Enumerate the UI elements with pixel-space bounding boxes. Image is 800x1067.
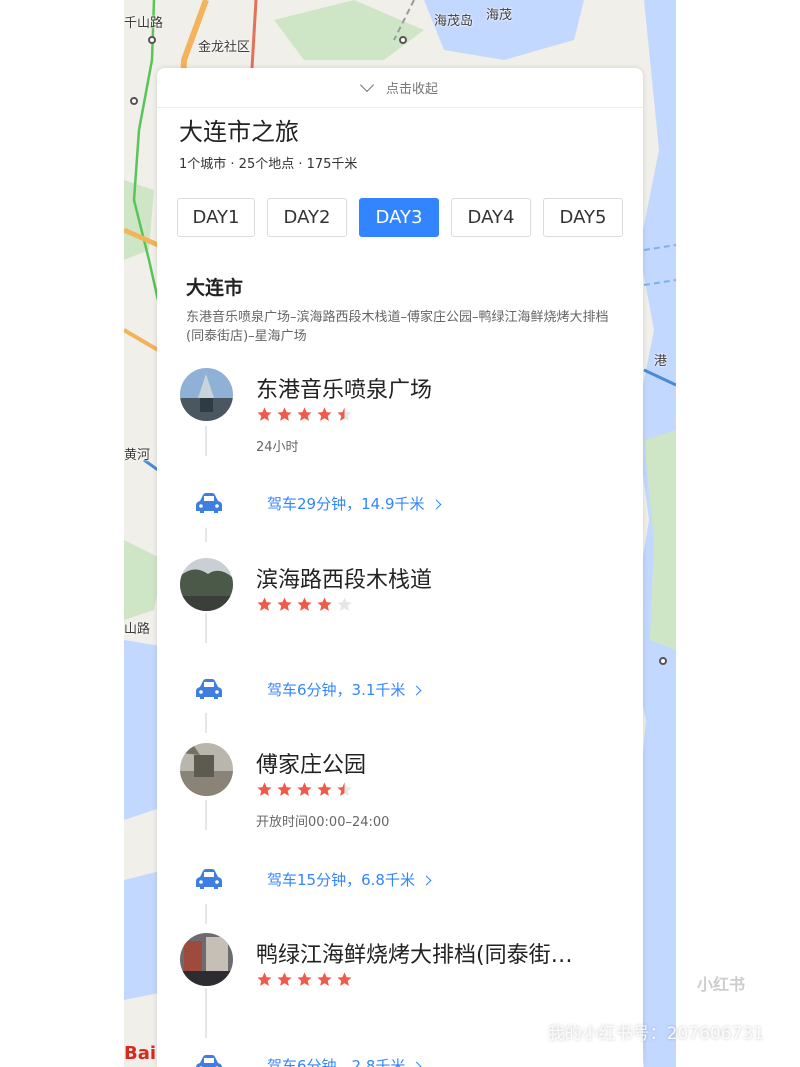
chevron-down-icon xyxy=(359,77,375,93)
drive-info-link[interactable]: 驾车6分钟，3.1千米 xyxy=(267,679,422,700)
trip-summary: 1个城市 · 25个地点 · 175千米 xyxy=(179,157,358,172)
star-icon xyxy=(317,407,332,421)
chevron-right-icon xyxy=(421,875,432,886)
rating-stars xyxy=(256,596,353,613)
drive-segment[interactable]: 驾车6分钟，2.8千米 xyxy=(195,1050,625,1067)
star-icon xyxy=(337,782,352,796)
map-station-dot xyxy=(659,657,667,665)
list-item-stop[interactable]: 滨海路西段木栈道 xyxy=(180,558,630,618)
car-icon xyxy=(196,869,222,889)
star-icon xyxy=(337,407,352,421)
list-item-stop[interactable]: 傅家庄公园 开放时间00:00–24:00 xyxy=(180,743,630,833)
car-icon xyxy=(196,493,222,513)
map-label-huanghe: 黄河 xyxy=(124,448,151,463)
city-heading: 大连市 xyxy=(186,277,244,299)
star-icon xyxy=(277,597,292,611)
map-station-dot xyxy=(148,36,156,44)
screen: 千山路 金龙社区 海茂岛 海茂 黄河 港 山路 Bai 点击收起 大连市之旅 1… xyxy=(0,0,800,1067)
watermark: 我的小红书号：207606731 xyxy=(547,1024,764,1044)
star-icon xyxy=(337,972,352,986)
rating-stars xyxy=(256,971,353,988)
stop-name: 东港音乐喷泉广场 xyxy=(256,378,433,403)
drive-segment[interactable]: 驾车15分钟，6.8千米 xyxy=(195,864,625,894)
collapse-button[interactable]: 点击收起 xyxy=(157,68,643,108)
map-label-haimao-island: 海茂岛 xyxy=(434,14,474,29)
drive-segment[interactable]: 驾车6分钟，3.1千米 xyxy=(195,674,625,704)
trip-panel: 点击收起 大连市之旅 1个城市 · 25个地点 · 175千米 DAY1 DAY… xyxy=(157,68,643,1067)
car-icon xyxy=(196,1055,222,1067)
stop-photo xyxy=(180,558,233,611)
drive-info-text: 驾车6分钟，3.1千米 xyxy=(267,681,406,699)
list-item-stop[interactable]: 鸭绿江海鲜烧烤大排档(同泰街… xyxy=(180,933,630,993)
rating-stars xyxy=(256,781,353,798)
map-station-dot xyxy=(130,97,138,105)
timeline-line xyxy=(205,904,207,924)
timeline-line xyxy=(205,528,207,542)
stop-name: 滨海路西段木栈道 xyxy=(256,568,433,593)
star-icon xyxy=(317,597,332,611)
drive-info-text: 驾车15分钟，6.8千米 xyxy=(267,871,415,889)
collapse-label: 点击收起 xyxy=(385,82,438,97)
drive-info-text: 驾车6分钟，2.8千米 xyxy=(267,1057,406,1067)
star-icon xyxy=(317,782,332,796)
star-icon xyxy=(257,782,272,796)
stop-photo xyxy=(180,933,233,986)
chevron-right-icon xyxy=(411,685,422,696)
star-icon xyxy=(337,597,352,611)
map-label-port: 港 xyxy=(654,354,668,369)
drive-segment[interactable]: 驾车29分钟，14.9千米 xyxy=(195,488,625,518)
watermark-badge: 小红书 xyxy=(680,964,762,1002)
chevron-right-icon xyxy=(411,1061,422,1067)
map-label-jinlong-community: 金龙社区 xyxy=(198,40,251,55)
day-tabs: DAY1 DAY2 DAY3 DAY4 DAY5 xyxy=(177,198,623,237)
list-item-stop[interactable]: 东港音乐喷泉广场 24小时 xyxy=(180,368,630,458)
stop-photo xyxy=(180,368,233,421)
star-icon xyxy=(297,972,312,986)
car-icon xyxy=(196,679,222,699)
drive-info-text: 驾车29分钟，14.9千米 xyxy=(267,495,425,513)
rating-stars xyxy=(256,406,353,423)
timeline-line xyxy=(205,988,207,1038)
chevron-right-icon xyxy=(431,499,441,510)
stop-name: 傅家庄公园 xyxy=(256,753,367,778)
star-icon xyxy=(297,782,312,796)
drive-info-link[interactable]: 驾车29分钟，14.9千米 xyxy=(267,493,441,514)
timeline-line xyxy=(205,713,207,733)
star-icon xyxy=(297,597,312,611)
map-station-dot xyxy=(399,36,407,44)
baidu-logo: Bai xyxy=(124,1043,157,1064)
tab-day4[interactable]: DAY4 xyxy=(451,198,531,237)
star-icon xyxy=(277,782,292,796)
map-label-shan-road: 山路 xyxy=(124,622,151,637)
star-icon xyxy=(277,972,292,986)
drive-info-link[interactable]: 驾车6分钟，2.8千米 xyxy=(267,1055,422,1067)
star-icon xyxy=(297,407,312,421)
tab-day3[interactable]: DAY3 xyxy=(359,198,439,237)
star-icon xyxy=(257,597,272,611)
star-icon xyxy=(257,972,272,986)
star-icon xyxy=(257,407,272,421)
tab-day2[interactable]: DAY2 xyxy=(267,198,347,237)
star-icon xyxy=(277,407,292,421)
stop-hours: 24小时 xyxy=(256,440,299,455)
stop-photo xyxy=(180,743,233,796)
tab-day1[interactable]: DAY1 xyxy=(177,198,255,237)
city-route-summary: 东港音乐喷泉广场–滨海路西段木栈道–傅家庄公园–鸭绿江海鲜烧烤大排档(同泰街店)… xyxy=(186,310,609,344)
drive-info-link[interactable]: 驾车15分钟，6.8千米 xyxy=(267,869,432,890)
page-title: 大连市之旅 xyxy=(179,118,299,146)
stop-hours: 开放时间00:00–24:00 xyxy=(256,815,390,830)
map-label-qianshan-road: 千山路 xyxy=(124,16,164,31)
tab-day5[interactable]: DAY5 xyxy=(543,198,623,237)
stop-name: 鸭绿江海鲜烧烤大排档(同泰街… xyxy=(256,943,573,968)
star-icon xyxy=(317,972,332,986)
map-label-haimao: 海茂 xyxy=(486,8,513,23)
